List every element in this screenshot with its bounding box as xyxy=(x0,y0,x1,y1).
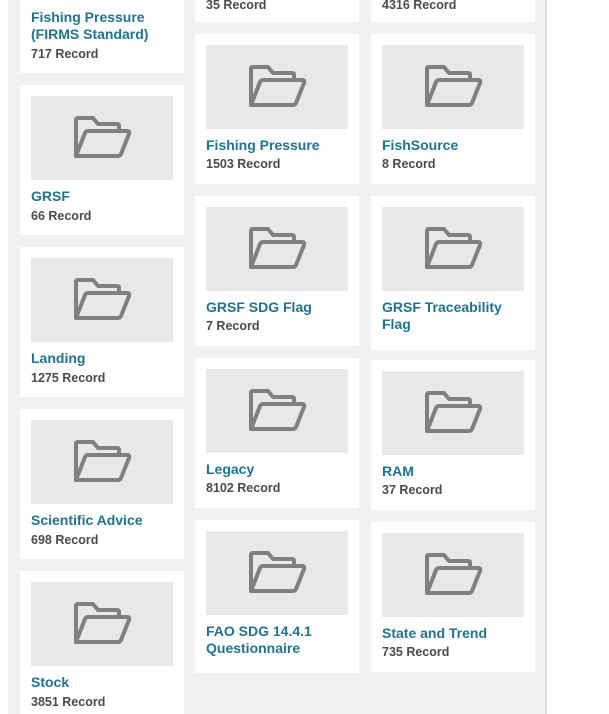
catalog-panel: Fishing Pressure (FIRMS Standard) 717 Re… xyxy=(8,0,547,714)
catalog-card[interactable]: 4316 Record xyxy=(371,0,535,22)
record-count: 698 Record xyxy=(31,533,99,547)
card-thumbnail[interactable] xyxy=(206,45,348,129)
catalog-card[interactable]: FAO SDG 14.4.1 Questionnaire xyxy=(195,520,359,673)
card-thumbnail[interactable] xyxy=(31,582,173,666)
card-thumbnail[interactable] xyxy=(382,533,524,617)
record-count: 66 Record xyxy=(31,209,92,223)
folder-open-icon xyxy=(249,551,307,593)
catalog-card[interactable]: Landing 1275 Record xyxy=(20,247,184,397)
folder-open-icon xyxy=(249,389,307,431)
record-count: 717 Record xyxy=(31,47,99,61)
folder-open-icon xyxy=(425,553,483,595)
card-title[interactable]: GRSF xyxy=(31,188,181,205)
catalog-card[interactable]: 35 Record xyxy=(195,0,359,22)
record-count: 35 Record xyxy=(206,0,267,12)
card-title[interactable]: State and Trend xyxy=(382,625,532,642)
card-title[interactable]: Fishing Pressure (FIRMS Standard) xyxy=(31,9,181,43)
card-title[interactable]: RAM xyxy=(382,463,532,480)
folder-open-icon xyxy=(425,65,483,107)
card-thumbnail[interactable] xyxy=(382,207,524,291)
catalog-card[interactable]: GRSF Traceability Flag xyxy=(371,196,535,350)
folder-open-icon xyxy=(249,227,307,269)
folder-open-icon xyxy=(74,278,132,320)
card-title[interactable]: Scientific Advice xyxy=(31,512,181,529)
record-count: 735 Record xyxy=(382,645,450,659)
catalog-card[interactable]: FishSource 8 Record xyxy=(371,34,535,184)
catalog-card[interactable]: GRSF 66 Record xyxy=(20,85,184,235)
catalog-card[interactable]: Fishing Pressure (FIRMS Standard) 717 Re… xyxy=(20,0,184,73)
record-count: 8102 Record xyxy=(206,481,281,495)
catalog-card[interactable]: RAM 37 Record xyxy=(371,360,535,510)
card-thumbnail[interactable] xyxy=(382,371,524,455)
record-count: 4316 Record xyxy=(382,0,457,12)
catalog-card[interactable]: State and Trend 735 Record xyxy=(371,522,535,672)
card-title[interactable]: GRSF Traceability Flag xyxy=(382,299,532,333)
card-thumbnail[interactable] xyxy=(206,531,348,615)
folder-open-icon xyxy=(425,227,483,269)
folder-open-icon xyxy=(74,116,132,158)
card-thumbnail[interactable] xyxy=(206,207,348,291)
card-thumbnail[interactable] xyxy=(31,420,173,504)
card-thumbnail[interactable] xyxy=(382,45,524,129)
folder-open-icon xyxy=(74,440,132,482)
catalog-card[interactable]: Stock 3851 Record xyxy=(20,571,184,714)
folder-open-icon xyxy=(425,391,483,433)
record-count: 3851 Record xyxy=(31,695,106,709)
catalog-card[interactable]: Legacy 8102 Record xyxy=(195,358,359,508)
catalog-card[interactable]: Fishing Pressure 1503 Record xyxy=(195,34,359,184)
record-count: 1275 Record xyxy=(31,371,106,385)
card-thumbnail[interactable] xyxy=(31,96,173,180)
card-title[interactable]: Stock xyxy=(31,674,181,691)
card-thumbnail[interactable] xyxy=(31,258,173,342)
card-thumbnail[interactable] xyxy=(206,369,348,453)
record-count: 37 Record xyxy=(382,483,443,497)
card-title[interactable]: GRSF SDG Flag xyxy=(206,299,356,316)
card-title[interactable]: Legacy xyxy=(206,461,356,478)
record-count: 8 Record xyxy=(382,157,436,171)
card-title[interactable]: FAO SDG 14.4.1 Questionnaire xyxy=(206,623,356,657)
folder-open-icon xyxy=(249,65,307,107)
folder-open-icon xyxy=(74,602,132,644)
record-count: 7 Record xyxy=(206,319,260,333)
catalog-card[interactable]: Scientific Advice 698 Record xyxy=(20,409,184,559)
card-title[interactable]: Landing xyxy=(31,350,181,367)
catalog-card[interactable]: GRSF SDG Flag 7 Record xyxy=(195,196,359,346)
card-title[interactable]: Fishing Pressure xyxy=(206,137,356,154)
card-title[interactable]: FishSource xyxy=(382,137,532,154)
record-count: 1503 Record xyxy=(206,157,281,171)
